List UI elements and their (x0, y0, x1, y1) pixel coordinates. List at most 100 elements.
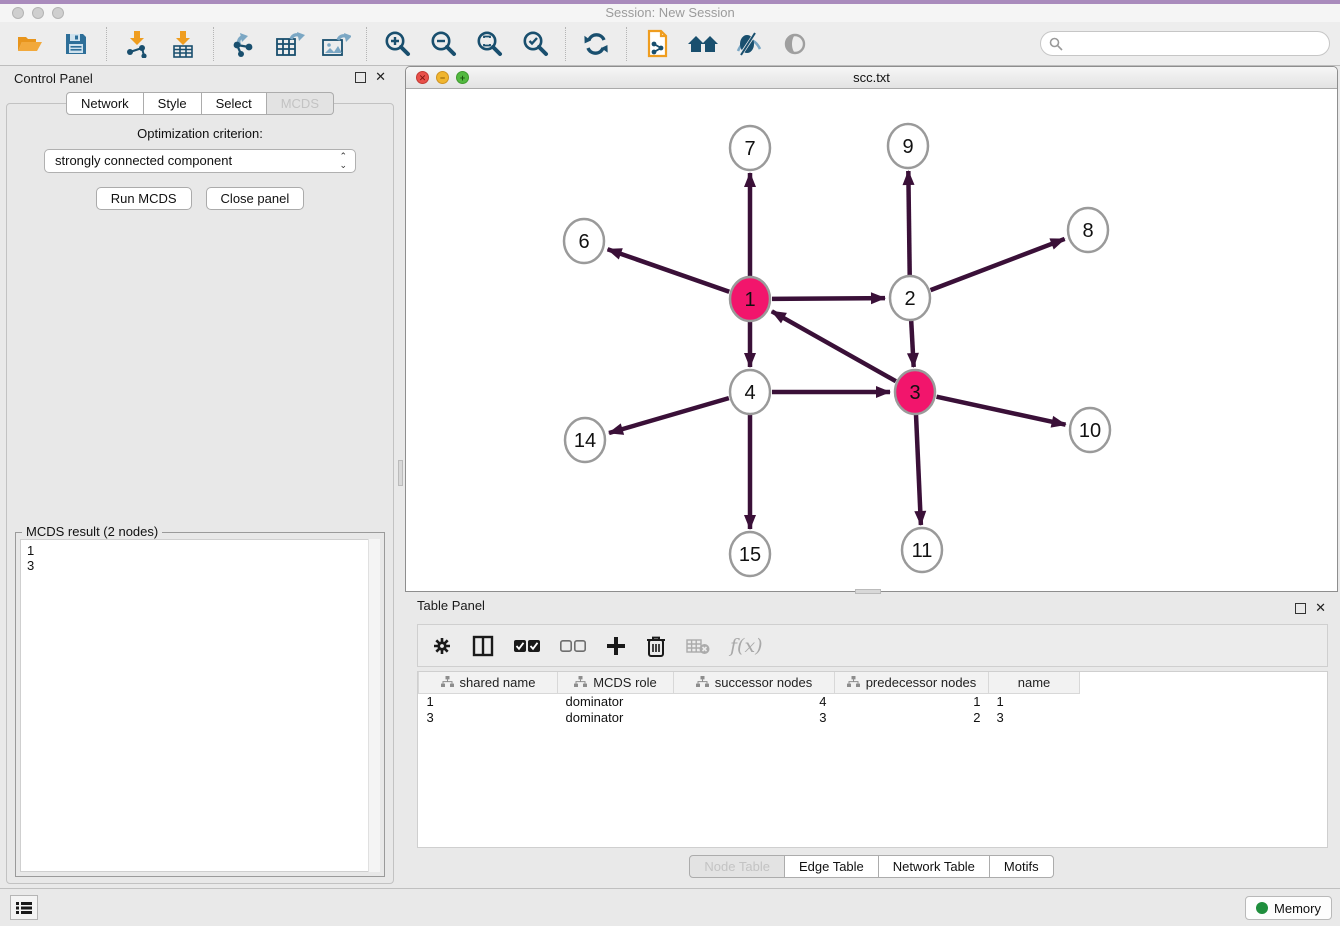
horizontal-split-handle[interactable] (855, 589, 881, 594)
column-manager-icon[interactable] (472, 635, 494, 657)
minimize-window-icon[interactable] (32, 7, 44, 19)
column-header-shared-name[interactable]: shared name (419, 672, 558, 693)
graph-node-14[interactable]: 14 (565, 418, 605, 462)
settings-gear-icon[interactable] (432, 636, 452, 656)
zoom-network-icon[interactable]: + (456, 71, 469, 84)
graphics-details-icon[interactable] (733, 28, 765, 60)
node-table: shared nameMCDS rolesuccessor nodesprede… (417, 671, 1328, 848)
svg-text:1: 1 (744, 289, 755, 311)
open-session-icon[interactable] (14, 28, 46, 60)
table-cell[interactable]: dominator (558, 709, 674, 725)
vertical-split-handle[interactable] (398, 460, 403, 486)
graph-node-11[interactable]: 11 (902, 528, 942, 572)
table-row[interactable]: 1dominator411 (419, 693, 1080, 709)
delete-column-icon[interactable] (646, 635, 666, 657)
zoom-out-icon[interactable] (427, 28, 459, 60)
edge-2-8[interactable] (931, 239, 1065, 290)
close-panel-icon[interactable]: ✕ (375, 70, 386, 84)
graph-node-10[interactable]: 10 (1070, 408, 1110, 452)
close-window-icon[interactable] (12, 7, 24, 19)
tab-network[interactable]: Network (66, 92, 144, 115)
edge-3-11[interactable] (916, 414, 921, 525)
birdseye-icon[interactable] (779, 28, 811, 60)
network-canvas[interactable]: 7 9 6 8 1 2 4 3 14 10 15 11 (406, 90, 1337, 591)
close-network-icon[interactable]: ✕ (416, 71, 429, 84)
graph-node-3[interactable]: 3 (895, 370, 935, 414)
mcds-result-text[interactable]: 1 3 (20, 539, 380, 872)
tab-style[interactable]: Style (144, 92, 202, 115)
task-history-button[interactable] (10, 895, 38, 920)
import-network-icon[interactable] (121, 28, 153, 60)
tab-motifs[interactable]: Motifs (990, 855, 1054, 878)
table-cell[interactable]: dominator (558, 693, 674, 709)
table-row[interactable]: 3dominator323 (419, 709, 1080, 725)
edge-2-3[interactable] (911, 320, 914, 367)
graph-node-7[interactable]: 7 (730, 126, 770, 170)
home-icon[interactable] (687, 28, 719, 60)
edge-1-6[interactable] (608, 249, 730, 291)
mcds-result-title: MCDS result (2 nodes) (22, 524, 162, 539)
table-cell[interactable]: 3 (674, 709, 835, 725)
svg-text:15: 15 (739, 544, 761, 566)
save-session-icon[interactable] (60, 28, 92, 60)
tab-network-table[interactable]: Network Table (879, 855, 990, 878)
svg-text:7: 7 (744, 138, 755, 160)
function-builder-icon[interactable]: f(x) (730, 635, 763, 657)
column-header-name[interactable]: name (989, 672, 1080, 693)
table-cell[interactable]: 3 (419, 709, 558, 725)
float-table-panel-icon[interactable] (1295, 603, 1306, 614)
zoom-in-icon[interactable] (381, 28, 413, 60)
run-mcds-button[interactable]: Run MCDS (96, 187, 192, 210)
maximize-window-icon[interactable] (52, 7, 64, 19)
table-cell[interactable]: 1 (989, 693, 1080, 709)
apply-layout-icon[interactable] (580, 28, 612, 60)
export-image-icon[interactable] (320, 28, 352, 60)
close-table-panel-icon[interactable]: ✕ (1315, 601, 1326, 615)
edge-4-14[interactable] (609, 398, 729, 433)
table-cell[interactable]: 1 (835, 693, 989, 709)
import-table-icon[interactable] (167, 28, 199, 60)
delete-table-icon[interactable] (686, 637, 710, 655)
edge-3-10[interactable] (936, 397, 1065, 425)
table-panel: Table Panel ✕ (405, 595, 1338, 886)
graph-node-8[interactable]: 8 (1068, 208, 1108, 252)
tab-select[interactable]: Select (202, 92, 267, 115)
mcds-result-scrollbar[interactable] (368, 539, 380, 872)
clone-network-icon[interactable] (641, 28, 673, 60)
table-cell[interactable]: 3 (989, 709, 1080, 725)
unselect-all-icon[interactable] (560, 639, 586, 653)
graph-node-15[interactable]: 15 (730, 532, 770, 576)
table-cell[interactable]: 1 (419, 693, 558, 709)
tab-node-table[interactable]: Node Table (689, 855, 785, 878)
tab-edge-table[interactable]: Edge Table (785, 855, 879, 878)
network-window-titlebar[interactable]: ✕ − + scc.txt (406, 67, 1337, 89)
export-table-icon[interactable] (274, 28, 306, 60)
graph-node-2[interactable]: 2 (890, 276, 930, 320)
status-bar: Memory (0, 888, 1340, 926)
graph-node-1[interactable]: 1 (730, 277, 770, 321)
memory-button[interactable]: Memory (1245, 896, 1332, 920)
zoom-fit-icon[interactable] (473, 28, 505, 60)
close-panel-button[interactable]: Close panel (206, 187, 305, 210)
graph-node-6[interactable]: 6 (564, 219, 604, 263)
column-header-successor-nodes[interactable]: successor nodes (674, 672, 835, 693)
graph-node-4[interactable]: 4 (730, 370, 770, 414)
memory-label: Memory (1274, 901, 1321, 916)
edge-3-1[interactable] (772, 311, 896, 381)
table-cell[interactable]: 4 (674, 693, 835, 709)
float-panel-icon[interactable] (355, 72, 366, 83)
table-cell[interactable]: 2 (835, 709, 989, 725)
minimize-network-icon[interactable]: − (436, 71, 449, 84)
search-input[interactable] (1040, 31, 1330, 56)
select-all-icon[interactable] (514, 639, 540, 653)
optimization-criterion-dropdown[interactable]: strongly connected component ⌃⌄ (44, 149, 356, 173)
add-column-icon[interactable] (606, 636, 626, 656)
edge-1-2[interactable] (772, 298, 885, 299)
zoom-selected-icon[interactable] (519, 28, 551, 60)
export-network-icon[interactable] (228, 28, 260, 60)
column-header-predecessor-nodes[interactable]: predecessor nodes (835, 672, 989, 693)
graph-node-9[interactable]: 9 (888, 124, 928, 168)
edge-2-9[interactable] (908, 171, 909, 276)
tab-mcds[interactable]: MCDS (267, 92, 334, 115)
column-header-MCDS-role[interactable]: MCDS role (558, 672, 674, 693)
